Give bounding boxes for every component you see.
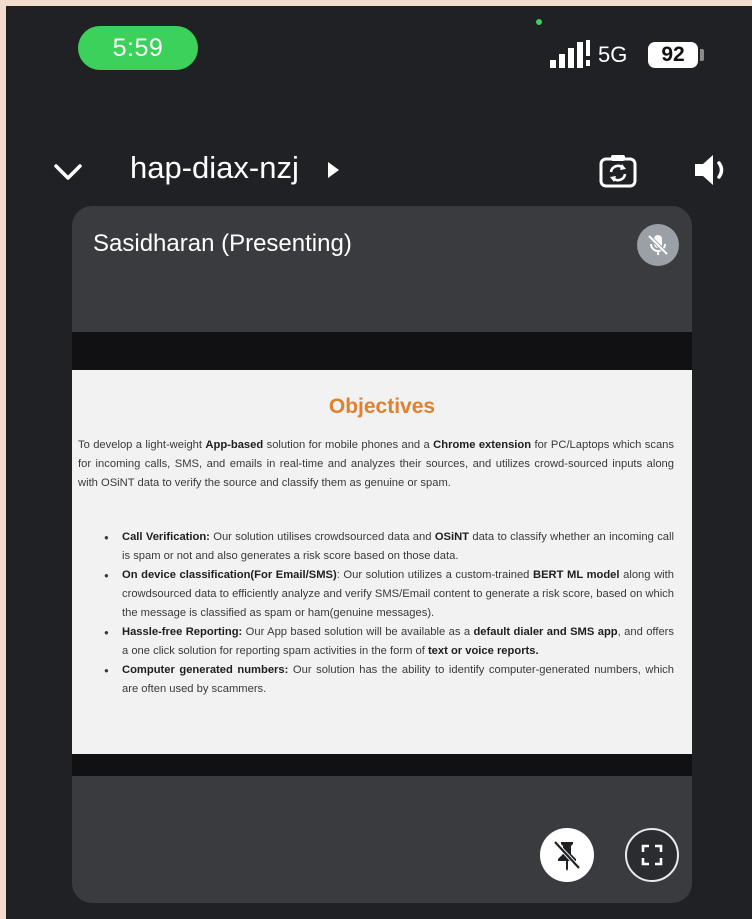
- slide-title: Objectives: [328, 395, 436, 418]
- slide-text: To develop a light-weight: [78, 439, 206, 451]
- battery-indicator: 92: [648, 42, 698, 68]
- caret-right-icon[interactable]: [326, 161, 340, 179]
- mic-off-indicator: [637, 224, 679, 266]
- slide-text-bold: Computer generated numbers:: [122, 664, 289, 676]
- presenter-tile[interactable]: Sasidharan (Presenting) Objectives To de…: [72, 206, 692, 903]
- slide-text-bold: OSiNT: [434, 531, 469, 543]
- signal-strength-icon: [550, 40, 590, 68]
- slide-bullet-list: Call Verification: Our solution utilises…: [78, 528, 674, 699]
- battery-tip: [700, 49, 704, 61]
- screen-share-letterbox-bottom: [72, 754, 692, 776]
- slide-text-bold: default dialer and SMS app: [473, 626, 618, 638]
- slide-text: : Our solution utilizes a custom-trained: [336, 569, 533, 581]
- chevron-down-icon[interactable]: [50, 154, 86, 190]
- time-label: 5:59: [112, 33, 164, 62]
- camera-switch-icon[interactable]: [598, 150, 638, 190]
- slide-text-bold: BERT ML model: [532, 569, 620, 581]
- presenter-name: Sasidharan (Presenting): [93, 230, 352, 257]
- privacy-indicator-dot: [536, 19, 542, 25]
- status-time[interactable]: 5:59: [78, 26, 198, 70]
- mic-off-icon: [647, 234, 669, 256]
- phone-screen: 5:59 5G 92 hap-diax-nzj Sasidharan (Pres…: [6, 6, 752, 919]
- battery-level: 92: [661, 43, 685, 66]
- meeting-code[interactable]: hap-diax-nzj: [130, 150, 299, 186]
- slide-text-bold: On device classification(For Email/SMS): [122, 569, 337, 581]
- fullscreen-button[interactable]: [625, 828, 679, 882]
- slide-text-bold: Call Verification:: [122, 531, 210, 543]
- slide-text-bold: App-based: [205, 439, 264, 451]
- speaker-icon[interactable]: [692, 151, 732, 189]
- slide-bullet-item: Computer generated numbers: Our solution…: [78, 661, 674, 699]
- slide-text: solution for mobile phones and a: [263, 439, 434, 451]
- slide-text: Our solution utilises crowdsourced data …: [209, 531, 435, 543]
- slide-text-bold: text or voice reports.: [427, 645, 539, 657]
- slide-bullet-item: Call Verification: Our solution utilises…: [78, 528, 674, 566]
- slide-text-bold: Hassle-free Reporting:: [122, 626, 243, 638]
- slide-text: Our App based solution will be available…: [242, 626, 474, 638]
- shared-slide: Objectives To develop a light-weight App…: [72, 370, 692, 754]
- unpin-icon: [553, 840, 581, 871]
- unpin-button[interactable]: [540, 828, 594, 882]
- slide-intro: To develop a light-weight App-based solu…: [78, 436, 674, 493]
- slide-bullet-item: On device classification(For Email/SMS):…: [78, 566, 674, 623]
- slide-bullet-item: Hassle-free Reporting: Our App based sol…: [78, 623, 674, 661]
- screen-share-letterbox-top: [72, 332, 692, 370]
- network-type: 5G: [598, 42, 628, 67]
- slide-text-bold: Chrome extension: [433, 439, 532, 451]
- fullscreen-icon: [641, 844, 663, 866]
